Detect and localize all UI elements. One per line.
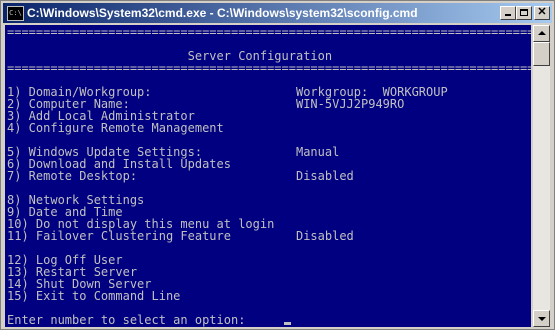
close-button[interactable]: ✕: [534, 6, 550, 20]
console-separator-bottom: ========================================…: [7, 61, 531, 75]
arrow-down-icon: [538, 317, 546, 321]
vertical-scrollbar[interactable]: [533, 25, 550, 327]
scroll-down-button[interactable]: [533, 310, 550, 327]
minimize-button[interactable]: [500, 6, 516, 20]
menu-item-remote-management: 4) Configure Remote Management: [7, 121, 224, 135]
console-output[interactable]: ========================================…: [5, 25, 531, 327]
cmd-window: C:\ C:\Windows\System32\cmd.exe - C:\Win…: [0, 0, 555, 330]
arrow-up-icon: [538, 31, 546, 35]
menu-item-failover-clustering: 11) Failover Clustering Feature Disabled: [7, 229, 354, 243]
menu-item-exit: 15) Exit to Command Line: [7, 289, 181, 303]
scroll-thumb[interactable]: [533, 42, 550, 66]
input-prompt[interactable]: Enter number to select an option:: [7, 314, 253, 326]
cmd-app-icon[interactable]: C:\: [7, 6, 24, 21]
console-separator-top: ========================================…: [7, 25, 531, 39]
title-bar[interactable]: C:\ C:\Windows\System32\cmd.exe - C:\Win…: [3, 3, 552, 23]
maximize-button[interactable]: [516, 6, 532, 20]
window-title: C:\Windows\System32\cmd.exe - C:\Windows…: [27, 6, 418, 20]
text-cursor: [284, 322, 291, 325]
menu-item-remote-desktop: 7) Remote Desktop: Disabled: [7, 169, 354, 183]
minimize-icon: [505, 14, 511, 16]
close-icon: ✕: [537, 6, 547, 18]
maximize-icon: [520, 9, 528, 16]
scroll-up-button[interactable]: [533, 25, 550, 42]
